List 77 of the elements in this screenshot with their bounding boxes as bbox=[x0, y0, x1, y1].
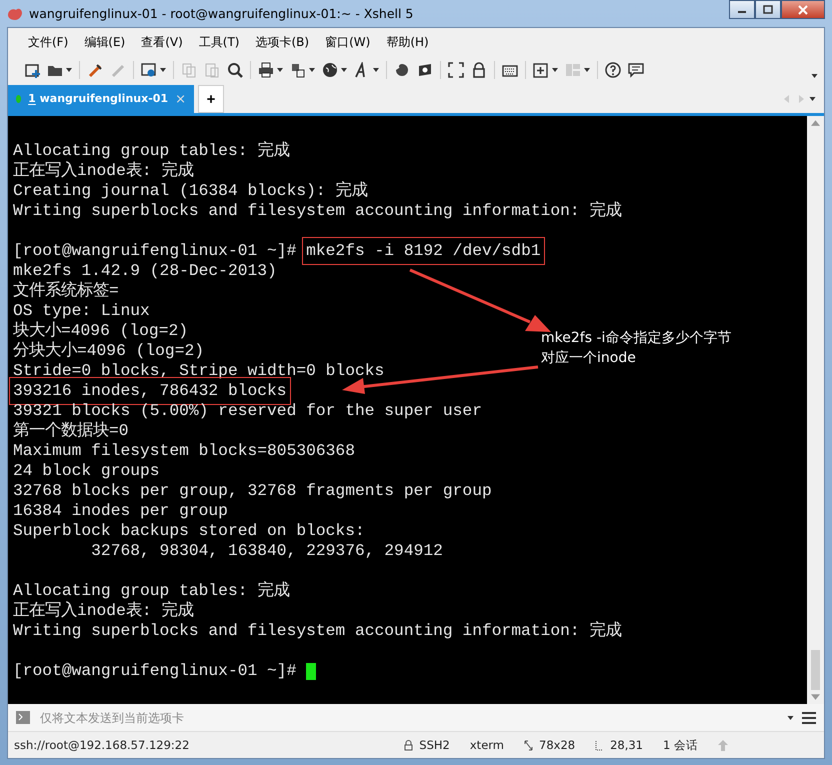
terminal-text: 32768 blocks per group, 32768 fragments per group bbox=[13, 481, 492, 501]
new-window-icon[interactable] bbox=[24, 62, 40, 78]
upload-arrow-icon bbox=[718, 740, 728, 750]
terminal-text: [root@wangruifenglinux-01 ~]# bbox=[13, 241, 298, 261]
minimize-button[interactable] bbox=[729, 0, 755, 19]
terminal-icon bbox=[16, 711, 30, 724]
protocol-label: SSH2 bbox=[419, 738, 450, 752]
dropdown-arrow-icon[interactable] bbox=[552, 68, 558, 72]
terminal-text: 正在写入inode表: 完成 bbox=[13, 161, 194, 181]
dropdown-arrow-icon[interactable] bbox=[787, 716, 794, 720]
terminal-text: Allocating group tables: 完成 bbox=[13, 141, 290, 161]
terminal-text: Superblock backups stored on blocks: bbox=[13, 521, 365, 541]
terminal-size-label: 78x28 bbox=[539, 738, 576, 752]
terminal-text: 文件系统标签= bbox=[13, 281, 119, 301]
resize-icon bbox=[524, 740, 533, 750]
menu-item[interactable]: 窗口(W) bbox=[319, 32, 376, 53]
dropdown-arrow-icon[interactable] bbox=[341, 68, 347, 72]
terminal-text: Writing superblocks and filesystem accounting information: 完成 bbox=[13, 621, 622, 641]
fullscreen-icon[interactable] bbox=[448, 62, 464, 78]
terminal-text: OS type: Linux bbox=[13, 301, 150, 321]
tab-label: 1 wangruifenglinux-01 bbox=[28, 91, 168, 107]
session-tab[interactable]: 1 wangruifenglinux-01 × bbox=[8, 85, 194, 113]
terminal-text: Maximum filesystem blocks=805306368 bbox=[13, 441, 355, 461]
terminal-text: 第一个数据块=0 bbox=[13, 421, 129, 441]
dropdown-arrow-icon[interactable] bbox=[277, 68, 283, 72]
window-title: wangruifenglinux-01 - root@wangruifenglinux-01:~ - Xshell 5 bbox=[29, 6, 414, 21]
scrollbar-thumb[interactable] bbox=[811, 650, 820, 690]
terminal-text: 39321 blocks (5.00%) reserved for the super user bbox=[13, 401, 482, 421]
lock-icon[interactable] bbox=[471, 62, 487, 78]
terminal-type-label: xterm bbox=[470, 738, 504, 752]
terminal-text: Stride=0 blocks, Stripe width=0 blocks bbox=[13, 361, 384, 381]
dropdown-arrow-icon[interactable] bbox=[811, 74, 818, 78]
cursor-position-label: 28,31 bbox=[610, 738, 644, 752]
scrollbar[interactable] bbox=[807, 116, 824, 704]
dropdown-arrow-icon[interactable] bbox=[309, 68, 315, 72]
close-button[interactable] bbox=[781, 0, 825, 19]
annotation-text: mke2fs -i命令指定多少个字节 对应一个inode bbox=[541, 329, 732, 368]
search-icon[interactable] bbox=[227, 62, 243, 78]
menu-item[interactable]: 工具(T) bbox=[192, 32, 246, 53]
terminal-text: [root@wangruifenglinux-01 ~]# bbox=[13, 661, 298, 681]
menu-icon[interactable] bbox=[802, 712, 816, 724]
menu-item[interactable]: 选项卡(B) bbox=[250, 32, 316, 53]
dropdown-arrow-icon[interactable] bbox=[66, 68, 72, 72]
terminal-text: 24 block groups bbox=[13, 461, 160, 481]
add-tab-icon[interactable] bbox=[533, 62, 549, 78]
new-tab-button[interactable]: + bbox=[198, 85, 224, 113]
menu-item[interactable]: 帮助(H) bbox=[380, 32, 435, 53]
compose-input-field[interactable]: 仅将文本发送到当前选项卡 bbox=[38, 710, 779, 726]
lock-icon bbox=[404, 740, 414, 750]
transfer-icon[interactable] bbox=[290, 62, 306, 78]
menu-item[interactable]: 文件(F) bbox=[22, 32, 74, 53]
terminal-text: mke2fs 1.42.9 (28-Dec-2013) bbox=[13, 261, 277, 281]
cursor-position-icon bbox=[595, 740, 604, 750]
dropdown-arrow-icon[interactable] bbox=[584, 68, 590, 72]
terminal-text: 32768, 98304, 163840, 229376, 294912 bbox=[90, 541, 443, 561]
menu-item[interactable]: 编辑(E) bbox=[78, 32, 132, 53]
terminal-text: Allocating group tables: 完成 bbox=[13, 581, 290, 601]
terminal-text: Creating journal (16384 blocks): 完成 bbox=[13, 181, 368, 201]
dropdown-arrow-icon[interactable] bbox=[809, 97, 816, 101]
menu-item[interactable]: 查看(V) bbox=[135, 32, 189, 53]
chat-icon[interactable] bbox=[628, 62, 644, 78]
terminal-text: Writing superblocks and filesystem accounting information: 完成 bbox=[13, 201, 622, 221]
close-icon bbox=[797, 4, 809, 14]
dropdown-arrow-icon[interactable] bbox=[160, 68, 166, 72]
compose-bar[interactable]: 仅将文本发送到当前选项卡 bbox=[8, 704, 824, 732]
maximize-icon bbox=[763, 5, 773, 14]
terminal-text: 16384 inodes per group bbox=[13, 501, 228, 521]
terminal-text: 分块大小=4096 (log=2) bbox=[13, 341, 204, 361]
dropdown-arrow-icon[interactable] bbox=[373, 68, 379, 72]
terminal-text: 正在写入inode表: 完成 bbox=[13, 601, 194, 621]
session-count-label: 1 会话 bbox=[663, 738, 698, 752]
printer-icon[interactable] bbox=[258, 62, 274, 78]
app-icon bbox=[7, 6, 23, 20]
terminal-text: 块大小=4096 (log=2) bbox=[13, 321, 188, 341]
help-icon[interactable] bbox=[605, 62, 621, 78]
maximize-button[interactable] bbox=[755, 0, 781, 19]
connection-address: ssh://root@192.168.57.129:22 bbox=[14, 738, 190, 752]
